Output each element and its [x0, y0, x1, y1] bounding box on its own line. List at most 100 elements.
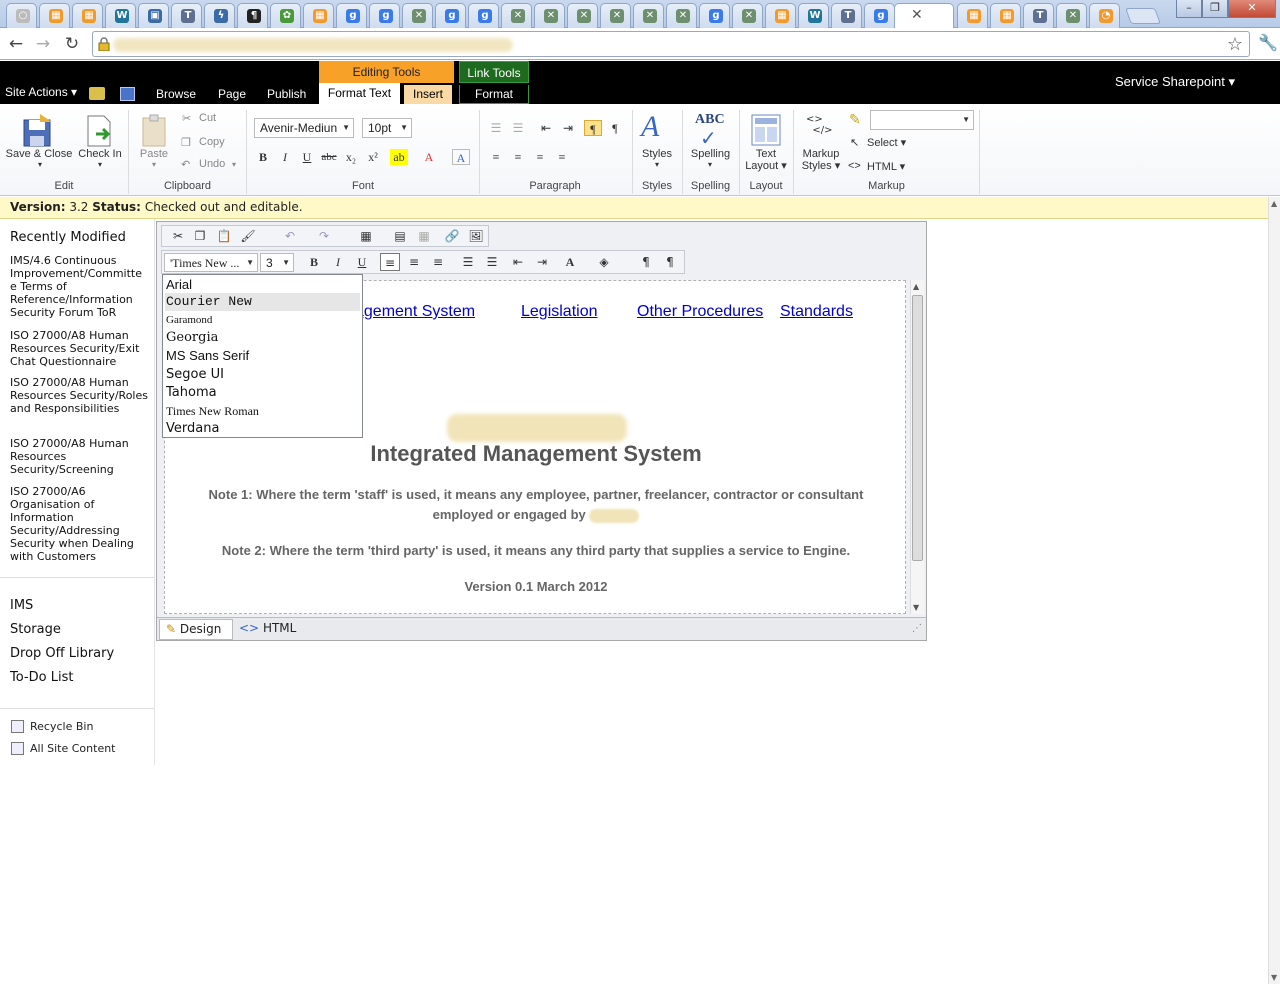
browser-tab[interactable]: ○ [6, 3, 37, 28]
site-actions-menu[interactable]: Site Actions ▾ [5, 85, 77, 99]
align-center-icon[interactable]: ≡ [404, 253, 424, 271]
paste-button[interactable]: Paste [134, 148, 174, 160]
nav-item-drop-off-library[interactable]: Drop Off Library [10, 646, 114, 661]
underline-button[interactable]: U [352, 253, 372, 271]
indent-icon[interactable]: ⇥ [532, 253, 552, 271]
font-option-georgia[interactable]: Georgia [165, 329, 360, 347]
html-button[interactable]: HTML ▾ [867, 160, 905, 173]
editor-scroll-thumb[interactable] [912, 295, 923, 561]
table-properties-icon[interactable]: ▤ [390, 227, 410, 245]
browser-tab[interactable]: ✕ [1056, 3, 1087, 28]
font-size-dropdown[interactable]: 10pt ▼ [362, 118, 412, 138]
indent-icon[interactable]: ⇥ [559, 120, 577, 136]
font-option-arial[interactable]: Arial [165, 276, 360, 294]
browser-tab[interactable]: g [369, 3, 400, 28]
align-right-icon[interactable]: ≡ [531, 149, 549, 165]
undo-dropdown-arrow[interactable]: ▾ [232, 160, 236, 169]
rtl-icon[interactable]: ¶ [660, 253, 680, 271]
bold-button[interactable]: B [304, 253, 324, 271]
align-center-icon[interactable]: ≡ [509, 149, 527, 165]
address-bar[interactable]: ☆ [92, 31, 1250, 57]
cell-properties-icon[interactable]: ▦ [414, 227, 434, 245]
font-option-garamond[interactable]: Garamond [165, 311, 360, 329]
ltr-icon[interactable]: ¶ [636, 253, 656, 271]
nav-item-ims[interactable]: IMS [10, 598, 33, 613]
browser-tab[interactable]: ▦ [990, 3, 1021, 28]
browser-tab[interactable]: ▦ [303, 3, 334, 28]
bulleted-list-icon[interactable]: ☰ [482, 253, 502, 271]
html-tab[interactable]: <> HTML [239, 619, 296, 640]
close-tab-icon[interactable]: ✕ [911, 7, 923, 23]
outdent-icon[interactable]: ⇤ [537, 120, 555, 136]
browser-tab[interactable]: ▦ [72, 3, 103, 28]
bold-button[interactable]: B [254, 149, 272, 165]
save-close-button[interactable]: Save & Close [4, 148, 74, 160]
edit-page-icon[interactable] [120, 87, 135, 101]
undo-icon[interactable]: ↶ [280, 227, 300, 245]
wrench-icon[interactable]: 🔧 [1258, 33, 1278, 52]
bulleted-list-icon[interactable]: ☰ [487, 120, 505, 136]
recent-item[interactable]: ISO 27000/A8 Human Resources Security/Ro… [10, 376, 150, 415]
spelling-dropdown-arrow[interactable]: ▾ [700, 160, 720, 169]
markup-styles-button-line2[interactable]: Styles ▾ [796, 159, 846, 172]
browser-tab[interactable]: ▦ [39, 3, 70, 28]
back-button[interactable]: ← [5, 33, 27, 55]
browser-tab[interactable]: W [105, 3, 136, 28]
tab-format-text[interactable]: Format Text [319, 83, 400, 104]
new-tab-button[interactable] [1125, 8, 1161, 24]
font-option-ms-sans-serif[interactable]: MS Sans Serif [165, 347, 360, 365]
styles-button[interactable]: Styles [633, 148, 681, 160]
text-layout-button-line2[interactable]: Layout ▾ [740, 159, 792, 172]
nav-item-todo-list[interactable]: To-Do List [10, 670, 73, 685]
justify-icon[interactable]: ≡ [553, 149, 571, 165]
background-color-icon[interactable]: ◈ [594, 253, 614, 271]
browser-tab[interactable]: ▦ [957, 3, 988, 28]
styles-dropdown-arrow[interactable]: ▾ [647, 160, 667, 169]
reload-button[interactable]: ↻ [61, 33, 83, 55]
tab-insert[interactable]: Insert [404, 85, 452, 104]
browser-tab[interactable]: T [171, 3, 202, 28]
check-in-button[interactable]: Check In [74, 148, 126, 160]
paste-icon[interactable]: 📋 [214, 227, 234, 245]
cut-icon[interactable]: ✂ [168, 227, 188, 245]
font-option-courier-new[interactable]: Courier New [165, 293, 360, 311]
highlight-icon[interactable]: ab [390, 149, 408, 165]
editor-scroll-up[interactable]: ▲ [913, 282, 919, 291]
insert-image-icon[interactable]: 🖼 [466, 227, 486, 245]
browser-tab[interactable]: T [1023, 3, 1054, 28]
font-option-segoe-ui[interactable]: Segoe UI [165, 366, 360, 384]
browser-tab[interactable]: ϟ [204, 3, 235, 28]
browser-tab[interactable]: g [699, 3, 730, 28]
recent-item[interactable]: ISO 27000/A6 Organisation of Information… [10, 485, 150, 563]
browser-tab[interactable]: g [336, 3, 367, 28]
editor-scrollbar[interactable]: ▲ ▼ [910, 280, 924, 614]
underline-button[interactable]: U [298, 149, 316, 165]
editor-size-select[interactable]: 3 ▼ [260, 253, 294, 272]
browser-tab[interactable]: ✕ [732, 3, 763, 28]
all-site-content-link[interactable]: All Site Content [30, 742, 116, 755]
scroll-down-arrow[interactable]: ▼ [1271, 973, 1277, 982]
tab-publish[interactable]: Publish [260, 85, 313, 104]
browser-tab[interactable]: ▦ [765, 3, 796, 28]
redo-icon[interactable]: ↷ [314, 227, 334, 245]
recycle-bin-link[interactable]: Recycle Bin [30, 720, 93, 733]
scroll-up-arrow[interactable]: ▲ [1271, 199, 1277, 208]
outdent-icon[interactable]: ⇤ [508, 253, 528, 271]
link-standards[interactable]: Standards [780, 303, 853, 321]
align-right-icon[interactable]: ≡ [428, 253, 448, 271]
hyperlink-icon[interactable]: 🔗 [442, 227, 462, 245]
browser-tab[interactable]: ✕ [567, 3, 598, 28]
page-scrollbar[interactable]: ▲ ▼ [1268, 197, 1280, 984]
nav-item-storage[interactable]: Storage [10, 622, 61, 637]
italic-button[interactable]: I [328, 253, 348, 271]
browser-tab[interactable]: ▣ [138, 3, 169, 28]
paste-dropdown-arrow[interactable]: ▾ [144, 160, 164, 169]
browser-tab[interactable]: ¶ [237, 3, 268, 28]
spelling-button[interactable]: Spelling [683, 148, 738, 160]
select-button[interactable]: Select ▾ [867, 136, 906, 149]
align-left-icon[interactable]: ≡ [380, 253, 400, 271]
rtl-icon[interactable]: ¶ [606, 120, 624, 136]
recent-item[interactable]: ISO 27000/A8 Human Resources Security/Ex… [10, 329, 150, 368]
browser-tab[interactable]: ✕ [501, 3, 532, 28]
browser-tab[interactable]: ✕ [633, 3, 664, 28]
